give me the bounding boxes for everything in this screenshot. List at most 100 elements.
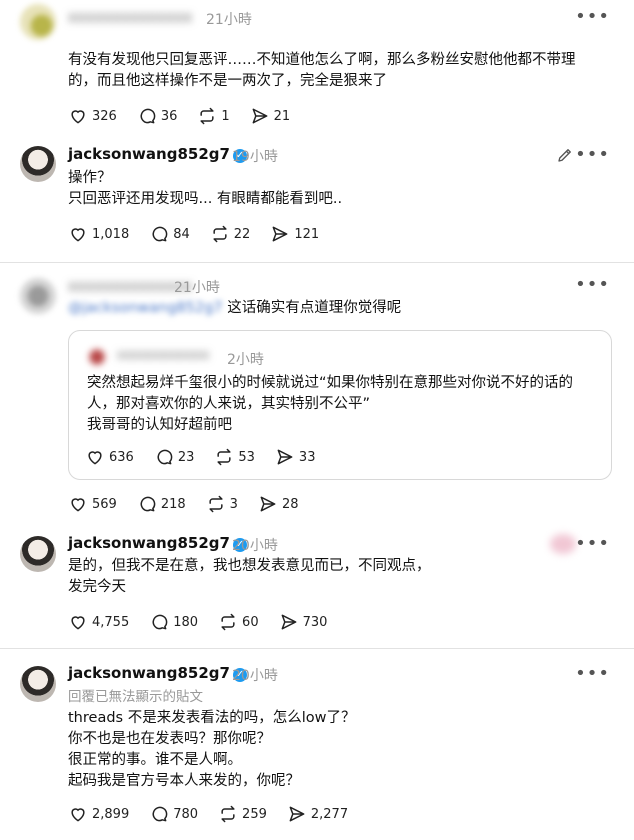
like-button[interactable]: 1,018: [68, 224, 129, 244]
post-time: 20小時: [232, 668, 278, 684]
thread-divider: [0, 262, 634, 263]
share-count: 21: [273, 108, 291, 124]
username[interactable]: xxxxxxxxxxxxxx: [68, 8, 192, 26]
avatar[interactable]: [20, 666, 56, 702]
comment-button[interactable]: 780: [149, 804, 198, 824]
comment-icon: [152, 614, 168, 630]
post-text: @jacksonwang852g7 这话确实有点道理你觉得呢: [68, 298, 608, 319]
avatar[interactable]: [20, 146, 56, 182]
blurred-reaction: [550, 534, 576, 554]
repost-button[interactable]: 22: [210, 224, 251, 244]
heart-icon: [71, 616, 85, 630]
post-time: 21小時: [174, 280, 220, 296]
like-button[interactable]: 569: [68, 494, 117, 514]
repost-icon: [213, 225, 227, 243]
repost-icon: [221, 613, 235, 631]
username-text: jacksonwang852g7: [68, 145, 230, 163]
repost-button[interactable]: 60: [218, 612, 259, 632]
username[interactable]: jacksonwang852g7 ✓: [68, 534, 247, 552]
repost-button[interactable]: 259: [218, 804, 267, 824]
share-button[interactable]: 28: [258, 494, 299, 514]
more-icon[interactable]: •••: [575, 144, 610, 165]
like-button[interactable]: 636: [85, 447, 134, 467]
post-text-line: 是的，但我不是在意，我也想发表意见而已，不同观点，: [68, 558, 431, 574]
mention-link[interactable]: @jacksonwang852g7: [68, 300, 223, 316]
repost-count: 3: [229, 496, 238, 512]
repost-button[interactable]: 1: [197, 106, 230, 126]
quoted-post[interactable]: xxxxxxxxxxxx 2小時 突然想起易烊千玺很小的时候就说过“如果你特别在…: [68, 330, 612, 480]
post-text-line: 起码我是官方号本人来发的，你呢？: [68, 773, 300, 789]
more-icon[interactable]: •••: [575, 6, 610, 27]
comment-button[interactable]: 84: [149, 224, 190, 244]
comment-count: 218: [160, 496, 186, 512]
avatar[interactable]: [20, 4, 56, 40]
comment-icon: [152, 806, 168, 822]
share-icon: [260, 496, 276, 512]
repost-count: 53: [238, 449, 255, 465]
comment-button[interactable]: 218: [137, 494, 186, 514]
post-text-line: 的，而且他这样操作不是一两次了，完全是狠来了: [68, 73, 387, 89]
post-text-line: threads 不是来发表看法的吗，怎么low了？: [68, 710, 356, 726]
edit-icon[interactable]: [556, 146, 574, 164]
repost-count: 1: [221, 108, 230, 124]
share-icon: [277, 449, 293, 465]
comment-button[interactable]: 36: [137, 106, 177, 126]
like-count: 2,899: [92, 806, 130, 822]
username[interactable]: jacksonwang852g7 ✓: [68, 145, 247, 163]
repost-count: 259: [242, 806, 267, 822]
comment-count: 180: [173, 614, 199, 630]
avatar[interactable]: [20, 536, 56, 572]
like-button[interactable]: 326: [68, 106, 117, 126]
repost-icon: [209, 495, 223, 513]
action-bar: 1,018 84 22 121: [68, 224, 339, 244]
like-count: 4,755: [92, 614, 130, 630]
share-button[interactable]: 33: [275, 447, 315, 467]
post-text-line: 操作？: [68, 170, 112, 186]
comment-button[interactable]: 180: [149, 612, 198, 632]
action-bar: 2,899 780 259 2,277: [68, 804, 368, 824]
heart-icon: [71, 808, 85, 822]
username[interactable]: jacksonwang852g7 ✓: [68, 664, 247, 682]
comment-icon: [152, 226, 168, 242]
quoted-username[interactable]: xxxxxxxxxxxx: [117, 348, 209, 363]
thread-post: jacksonwang852g7 ✓ 19小時 ••• 操作？ 只回恶评还用发现吗…: [0, 140, 634, 260]
post-text: threads 不是来发表看法的吗，怎么low了？ 你不也是也在发表吗？那你呢？…: [68, 708, 608, 792]
like-count: 636: [109, 449, 134, 465]
repost-button[interactable]: 3: [206, 494, 238, 514]
share-button[interactable]: 21: [250, 106, 291, 126]
post-text-line: 很正常的事。谁不是人啊。: [68, 752, 242, 768]
action-bar: 326 36 1 21: [68, 106, 310, 126]
post-text-line: 人，那对喜欢你的人来说，其实特别不公平”: [87, 396, 371, 412]
share-count: 28: [281, 496, 299, 512]
post-text: 操作？ 只回恶评还用发现吗... 有眼睛都能看到吧..: [68, 168, 608, 210]
repost-icon: [217, 448, 231, 466]
post-text-line: 突然想起易烊千玺很小的时候就说过“如果你特别在意那些对你说不好的话的: [87, 375, 574, 391]
repost-count: 22: [233, 226, 251, 242]
more-icon[interactable]: •••: [575, 274, 610, 295]
post-text-line: 发完今天: [68, 579, 126, 595]
repost-button[interactable]: 53: [214, 447, 255, 467]
share-icon: [252, 108, 268, 124]
comment-button[interactable]: 23: [154, 447, 195, 467]
post-time: 19小時: [232, 149, 278, 165]
action-bar: 4,755 180 60 730: [68, 612, 347, 632]
heart-icon: [71, 498, 85, 512]
repost-icon: [200, 107, 214, 125]
share-icon: [281, 614, 297, 630]
like-button[interactable]: 4,755: [68, 612, 129, 632]
repost-count: 60: [242, 614, 259, 630]
share-button[interactable]: 730: [279, 612, 327, 632]
more-icon[interactable]: •••: [575, 533, 610, 554]
like-button[interactable]: 2,899: [68, 804, 129, 824]
like-count: 326: [92, 108, 117, 124]
avatar[interactable]: [20, 278, 56, 314]
share-icon: [289, 806, 305, 822]
reply-context[interactable]: 回覆已無法顯示的貼文: [68, 685, 203, 705]
comment-count: 23: [177, 449, 195, 465]
post-text-body: 这话确实有点道理你觉得呢: [227, 300, 402, 316]
share-button[interactable]: 121: [270, 224, 319, 244]
more-icon[interactable]: •••: [575, 663, 610, 684]
share-button[interactable]: 2,277: [287, 804, 348, 824]
post-text-line: 你不也是也在发表吗？那你呢？: [68, 731, 271, 747]
quoted-avatar: [87, 347, 107, 367]
